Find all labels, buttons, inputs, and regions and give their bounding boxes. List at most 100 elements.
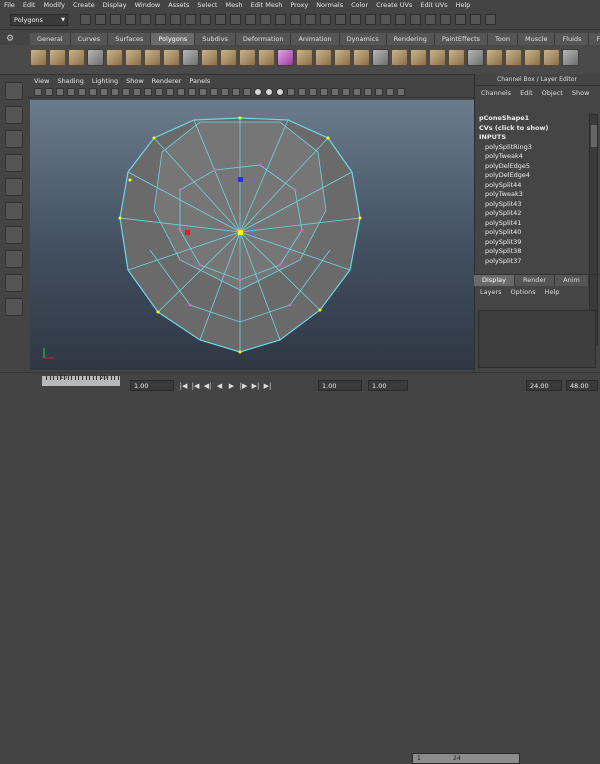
input-node[interactable]: polySplitRing3	[479, 143, 589, 153]
playback-button[interactable]: ▶|	[250, 381, 261, 391]
channel-menu-object[interactable]: Object	[542, 89, 563, 97]
menu-display[interactable]: Display	[103, 1, 127, 9]
rotate-tool-icon[interactable]	[5, 178, 23, 196]
menu-normals[interactable]: Normals	[316, 1, 343, 9]
status-line-icon[interactable]	[80, 14, 91, 25]
panel-menu-view[interactable]: View	[34, 77, 49, 85]
status-line-icon[interactable]	[230, 14, 241, 25]
shelf-tool-icon[interactable]	[68, 49, 85, 66]
panel-toolbar-icon[interactable]	[78, 87, 86, 96]
status-line-icon[interactable]	[260, 14, 271, 25]
layout-icon[interactable]	[5, 298, 23, 316]
menu-edit[interactable]: Edit	[23, 1, 36, 9]
shelf-tool-icon[interactable]	[486, 49, 503, 66]
playback-button[interactable]: ▶	[226, 381, 237, 391]
panel-toolbar-icon[interactable]	[100, 87, 108, 96]
status-line-icon[interactable]	[410, 14, 421, 25]
panel-toolbar-icon[interactable]	[155, 87, 163, 96]
status-line-icon[interactable]	[200, 14, 211, 25]
shelf-tool-icon[interactable]	[562, 49, 579, 66]
playback-button[interactable]: ◀	[214, 381, 225, 391]
status-line-icon[interactable]	[470, 14, 481, 25]
layer-tab-display[interactable]: Display	[474, 275, 515, 286]
panel-toolbar-icon[interactable]	[133, 87, 141, 96]
scale-tool-icon[interactable]	[5, 202, 23, 220]
shelf-tool-icon[interactable]	[334, 49, 351, 66]
shelf-tool-icon[interactable]	[30, 49, 47, 66]
menu-help[interactable]: Help	[456, 1, 471, 9]
panel-toolbar-icon[interactable]	[34, 87, 42, 96]
shelf-tab-painteffects[interactable]: PaintEffects	[434, 33, 489, 45]
shelf-tool-icon[interactable]	[543, 49, 560, 66]
shelf-tab-toon[interactable]: Toon	[488, 33, 518, 45]
panel-menu-renderer[interactable]: Renderer	[152, 77, 182, 85]
shelf-tool-icon[interactable]	[353, 49, 370, 66]
end-time-field[interactable]: 24.00	[526, 380, 562, 391]
status-line-icon[interactable]	[485, 14, 496, 25]
shelf-tab-rendering[interactable]: Rendering	[386, 33, 435, 45]
shelf-tool-icon[interactable]	[125, 49, 142, 66]
panel-toolbar-icon[interactable]	[166, 87, 174, 96]
sphere-mesh[interactable]	[118, 116, 362, 354]
status-line-icon[interactable]	[455, 14, 466, 25]
shelf-tab-fur[interactable]: Fur	[589, 33, 600, 45]
menu-create-uvs[interactable]: Create UVs	[376, 1, 412, 9]
input-node[interactable]: polySplit43	[479, 200, 589, 210]
select-tool-icon[interactable]	[5, 82, 23, 100]
shelf-tool-icon[interactable]	[144, 49, 161, 66]
shelf-tab-muscle[interactable]: Muscle	[517, 33, 556, 45]
shelf-tool-icon[interactable]	[239, 49, 256, 66]
playback-button[interactable]: |◀	[190, 381, 201, 391]
shelf-tool-icon[interactable]	[258, 49, 275, 66]
shelf-tab-curves[interactable]: Curves	[70, 33, 109, 45]
panel-toolbar-icon[interactable]	[287, 87, 295, 96]
status-line-icon[interactable]	[110, 14, 121, 25]
shelf-tab-fluids[interactable]: Fluids	[555, 33, 590, 45]
playback-button[interactable]: |▶	[238, 381, 249, 391]
channel-menu-channels[interactable]: Channels	[481, 89, 511, 97]
menu-set-dropdown[interactable]: Polygons ▼	[10, 13, 68, 26]
panel-menu-lighting[interactable]: Lighting	[92, 77, 118, 85]
panel-toolbar-icon[interactable]	[243, 87, 251, 96]
layer-tab-anim[interactable]: Anim	[555, 275, 589, 286]
range-start-field[interactable]: 1.00	[318, 380, 362, 391]
panel-toolbar-icon[interactable]	[111, 87, 119, 96]
status-line-icon[interactable]	[185, 14, 196, 25]
status-line-icon[interactable]	[155, 14, 166, 25]
status-line-icon[interactable]	[170, 14, 181, 25]
panel-menu-shading[interactable]: Shading	[57, 77, 83, 85]
panel-toolbar-icon[interactable]	[364, 87, 372, 96]
input-node[interactable]: polyDelEdge4	[479, 171, 589, 181]
shelf-tool-icon[interactable]	[315, 49, 332, 66]
shelf-tab-subdivs[interactable]: Subdivs	[195, 33, 236, 45]
menu-window[interactable]: Window	[135, 1, 161, 9]
input-node[interactable]: polySplit44	[479, 181, 589, 191]
status-line-icon[interactable]	[440, 14, 451, 25]
menu-modify[interactable]: Modify	[43, 1, 65, 9]
panel-toolbar-icon[interactable]	[56, 87, 64, 96]
input-node[interactable]: polySplit37	[479, 257, 589, 267]
menu-assets[interactable]: Assets	[168, 1, 189, 9]
status-line-icon[interactable]	[350, 14, 361, 25]
shelf-tool-icon[interactable]	[391, 49, 408, 66]
panel-toolbar-icon[interactable]	[342, 87, 350, 96]
status-line-icon[interactable]	[95, 14, 106, 25]
panel-toolbar-icon[interactable]	[309, 87, 317, 96]
panel-toolbar-icon[interactable]	[221, 87, 229, 96]
lasso-tool-icon[interactable]	[5, 106, 23, 124]
menu-file[interactable]: File	[4, 1, 15, 9]
shelf-tool-icon[interactable]	[220, 49, 237, 66]
panel-toolbar-icon[interactable]	[386, 87, 394, 96]
range-slider[interactable]: 1 24	[412, 753, 520, 764]
channel-menu-show[interactable]: Show	[572, 89, 590, 97]
panel-menu-panels[interactable]: Panels	[189, 77, 210, 85]
input-node[interactable]: polySplit38	[479, 247, 589, 257]
menu-edit-mesh[interactable]: Edit Mesh	[251, 1, 283, 9]
menu-select[interactable]: Select	[197, 1, 217, 9]
cvs-toggle[interactable]: CVs (click to show)	[479, 124, 589, 134]
shelf-tool-icon[interactable]	[372, 49, 389, 66]
shelf-tab-dynamics[interactable]: Dynamics	[339, 33, 387, 45]
gear-icon[interactable]: ⚙	[6, 34, 18, 44]
panel-toolbar-icon[interactable]	[265, 87, 273, 96]
input-node[interactable]: polySplit41	[479, 219, 589, 229]
